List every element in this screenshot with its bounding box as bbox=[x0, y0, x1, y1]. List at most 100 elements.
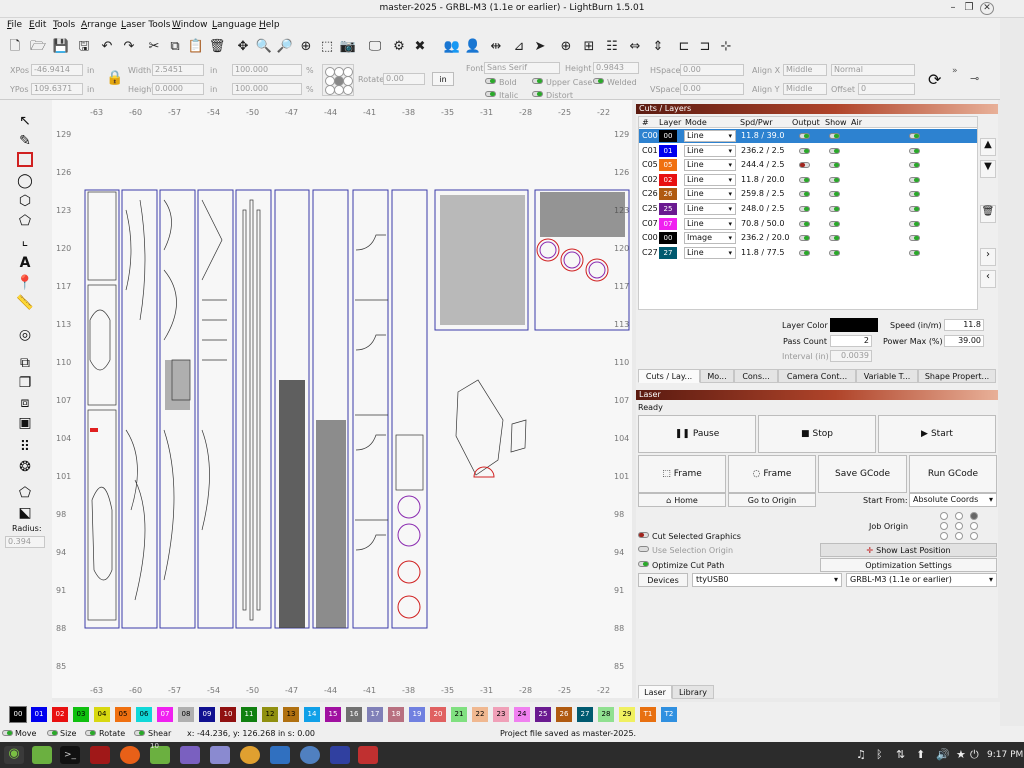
edit-nodes-icon[interactable]: ⬠ bbox=[14, 484, 36, 502]
tools-icon[interactable]: ✖ bbox=[411, 37, 429, 55]
layer-air-toggle[interactable] bbox=[909, 206, 920, 212]
optimize-cut-toggle[interactable] bbox=[638, 561, 649, 567]
layer-output-toggle[interactable] bbox=[799, 191, 810, 198]
terminal-icon[interactable]: >_ bbox=[60, 746, 80, 764]
position-pin-icon[interactable]: 📍 bbox=[14, 274, 36, 292]
radius-field[interactable]: 0.394 bbox=[5, 536, 45, 548]
rectangle-icon[interactable] bbox=[17, 152, 33, 167]
undo-icon[interactable]: ↶ bbox=[98, 37, 116, 55]
layer-row[interactable]: C0101 Line 236.2 / 2.5 bbox=[639, 144, 977, 158]
menu-window[interactable]: Window bbox=[172, 20, 208, 30]
save-gcode-button[interactable]: Save GCode bbox=[818, 455, 907, 493]
menu-language[interactable]: Language bbox=[212, 20, 256, 30]
go-to-origin-button[interactable]: Go to Origin bbox=[728, 493, 816, 507]
layer-mode-select[interactable]: Line bbox=[684, 246, 736, 259]
palette-color-swatch[interactable]: T1 bbox=[640, 707, 656, 722]
layer-air-toggle[interactable] bbox=[909, 191, 920, 198]
lock-icon[interactable]: 🔒 bbox=[106, 70, 123, 86]
palette-color-swatch[interactable]: 22 bbox=[472, 707, 488, 722]
zoom-frame-icon[interactable]: ⬚ bbox=[318, 37, 336, 55]
palette-color-swatch[interactable]: 04 bbox=[94, 707, 110, 722]
node-icon[interactable]: ⊸ bbox=[970, 72, 979, 85]
frame-icon[interactable]: ⌞ bbox=[14, 232, 36, 250]
user-icon[interactable]: 👤 bbox=[464, 37, 482, 55]
grid-array-icon[interactable]: ⠿ bbox=[14, 438, 36, 456]
tab-laser[interactable]: Laser bbox=[638, 685, 672, 699]
redo-icon[interactable]: ↷ bbox=[120, 37, 138, 55]
bluetooth-icon[interactable]: ᛒ bbox=[876, 748, 883, 761]
measure-icon[interactable]: 📏 bbox=[14, 294, 36, 312]
start-from-select[interactable]: Absolute Coords bbox=[909, 493, 997, 507]
palette-color-swatch[interactable]: 16 bbox=[346, 707, 362, 722]
mirror-v-icon[interactable]: ⊿ bbox=[510, 37, 528, 55]
italic-toggle[interactable] bbox=[485, 91, 496, 97]
layer-mode-select[interactable]: Line bbox=[684, 130, 736, 142]
delete-icon[interactable]: 🗑 bbox=[208, 37, 226, 55]
tab-library[interactable]: Library bbox=[672, 685, 714, 699]
pen-icon[interactable]: ✎ bbox=[14, 132, 36, 150]
frame-button[interactable]: ⬚ Frame bbox=[638, 455, 726, 493]
network-icon[interactable]: ⇅ bbox=[896, 748, 905, 761]
layer-mode-select[interactable]: Line bbox=[684, 188, 736, 201]
updates-icon[interactable]: ⬆ bbox=[916, 748, 925, 761]
layer-row[interactable]: C0000 Image 236.2 / 20.0 bbox=[639, 231, 977, 245]
zoom-out-icon[interactable]: 🔎 bbox=[276, 37, 294, 55]
font-height-field[interactable]: 0.9843 bbox=[593, 62, 639, 74]
text-tool-icon[interactable]: A bbox=[14, 254, 36, 272]
paste-icon[interactable]: 📋 bbox=[187, 37, 205, 55]
palette-color-swatch[interactable]: 25 bbox=[535, 707, 551, 722]
close-icon[interactable]: ✕ bbox=[980, 2, 994, 15]
trim-icon[interactable]: ⬕ bbox=[14, 504, 36, 522]
layer-mode-select[interactable]: Line bbox=[684, 203, 736, 215]
align-right-icon[interactable]: ⊐ bbox=[696, 37, 714, 55]
height-field[interactable]: 0.0000 bbox=[152, 83, 204, 95]
palette-color-swatch[interactable]: 11 bbox=[241, 707, 257, 722]
vdistribute-icon[interactable]: ⇕ bbox=[649, 37, 667, 55]
palette-color-swatch[interactable]: 00 bbox=[9, 706, 27, 723]
align-y-select[interactable]: Middle bbox=[783, 83, 827, 95]
palette-color-swatch[interactable]: 18 bbox=[388, 707, 404, 722]
layer-row[interactable]: C0202 Line 11.8 / 20.0 bbox=[639, 173, 977, 187]
distribute-icon[interactable]: ☷ bbox=[603, 37, 621, 55]
tab-variable-text[interactable]: Variable T... bbox=[856, 369, 918, 383]
text-editor-icon[interactable] bbox=[210, 746, 230, 764]
font-select[interactable]: Sans Serif bbox=[484, 62, 560, 74]
folder-icon[interactable]: 10 bbox=[150, 742, 170, 764]
layer-mode-select[interactable]: Line bbox=[684, 173, 736, 186]
palette-color-swatch[interactable]: 17 bbox=[367, 707, 383, 722]
files-icon[interactable] bbox=[32, 746, 52, 764]
layer-air-toggle[interactable] bbox=[909, 147, 920, 154]
browser-icon[interactable] bbox=[300, 746, 320, 764]
offset-field[interactable]: 0 bbox=[858, 83, 915, 95]
palette-color-swatch[interactable]: 05 bbox=[115, 707, 131, 722]
palette-color-swatch[interactable]: 07 bbox=[157, 707, 173, 722]
layer-show-toggle[interactable] bbox=[829, 235, 840, 242]
palette-color-swatch[interactable]: 29 bbox=[619, 707, 635, 722]
layer-air-toggle[interactable] bbox=[909, 176, 920, 183]
app-icon[interactable] bbox=[358, 746, 378, 764]
boolean-intersect-icon[interactable]: ⧈ bbox=[14, 394, 36, 412]
select-icon[interactable]: ↖ bbox=[14, 112, 36, 130]
layer-output-toggle[interactable] bbox=[799, 176, 810, 183]
palette-color-swatch[interactable]: 03 bbox=[73, 707, 89, 722]
vscode-icon[interactable] bbox=[330, 746, 350, 764]
zoom-fit-icon[interactable]: ⊕ bbox=[297, 37, 315, 55]
show-last-position-button[interactable]: ✛ Show Last Position bbox=[820, 543, 997, 557]
send-icon[interactable]: ➤ bbox=[531, 37, 549, 55]
copy-icon[interactable]: ⧉ bbox=[166, 37, 184, 55]
tab-camera-control[interactable]: Camera Cont... bbox=[778, 369, 856, 383]
mint-menu-icon[interactable]: ◉ bbox=[4, 746, 24, 764]
palette-color-swatch[interactable]: T2 bbox=[661, 707, 677, 722]
boolean-subtract-icon[interactable]: ❐ bbox=[14, 374, 36, 392]
mirror-icon[interactable]: ⇹ bbox=[487, 37, 505, 55]
layer-output-toggle[interactable] bbox=[799, 220, 810, 227]
palette-color-swatch[interactable]: 09 bbox=[199, 707, 215, 722]
tab-console[interactable]: Cons... bbox=[734, 369, 778, 383]
origin-grid[interactable] bbox=[322, 64, 354, 96]
star-icon[interactable]: ★ bbox=[956, 748, 966, 761]
lightburn-icon[interactable] bbox=[90, 746, 110, 764]
boolean-union-icon[interactable]: ⧉ bbox=[14, 354, 36, 372]
layer-show-toggle[interactable] bbox=[829, 191, 840, 198]
size-toggle[interactable] bbox=[47, 730, 58, 736]
camera-app-icon[interactable] bbox=[270, 746, 290, 764]
